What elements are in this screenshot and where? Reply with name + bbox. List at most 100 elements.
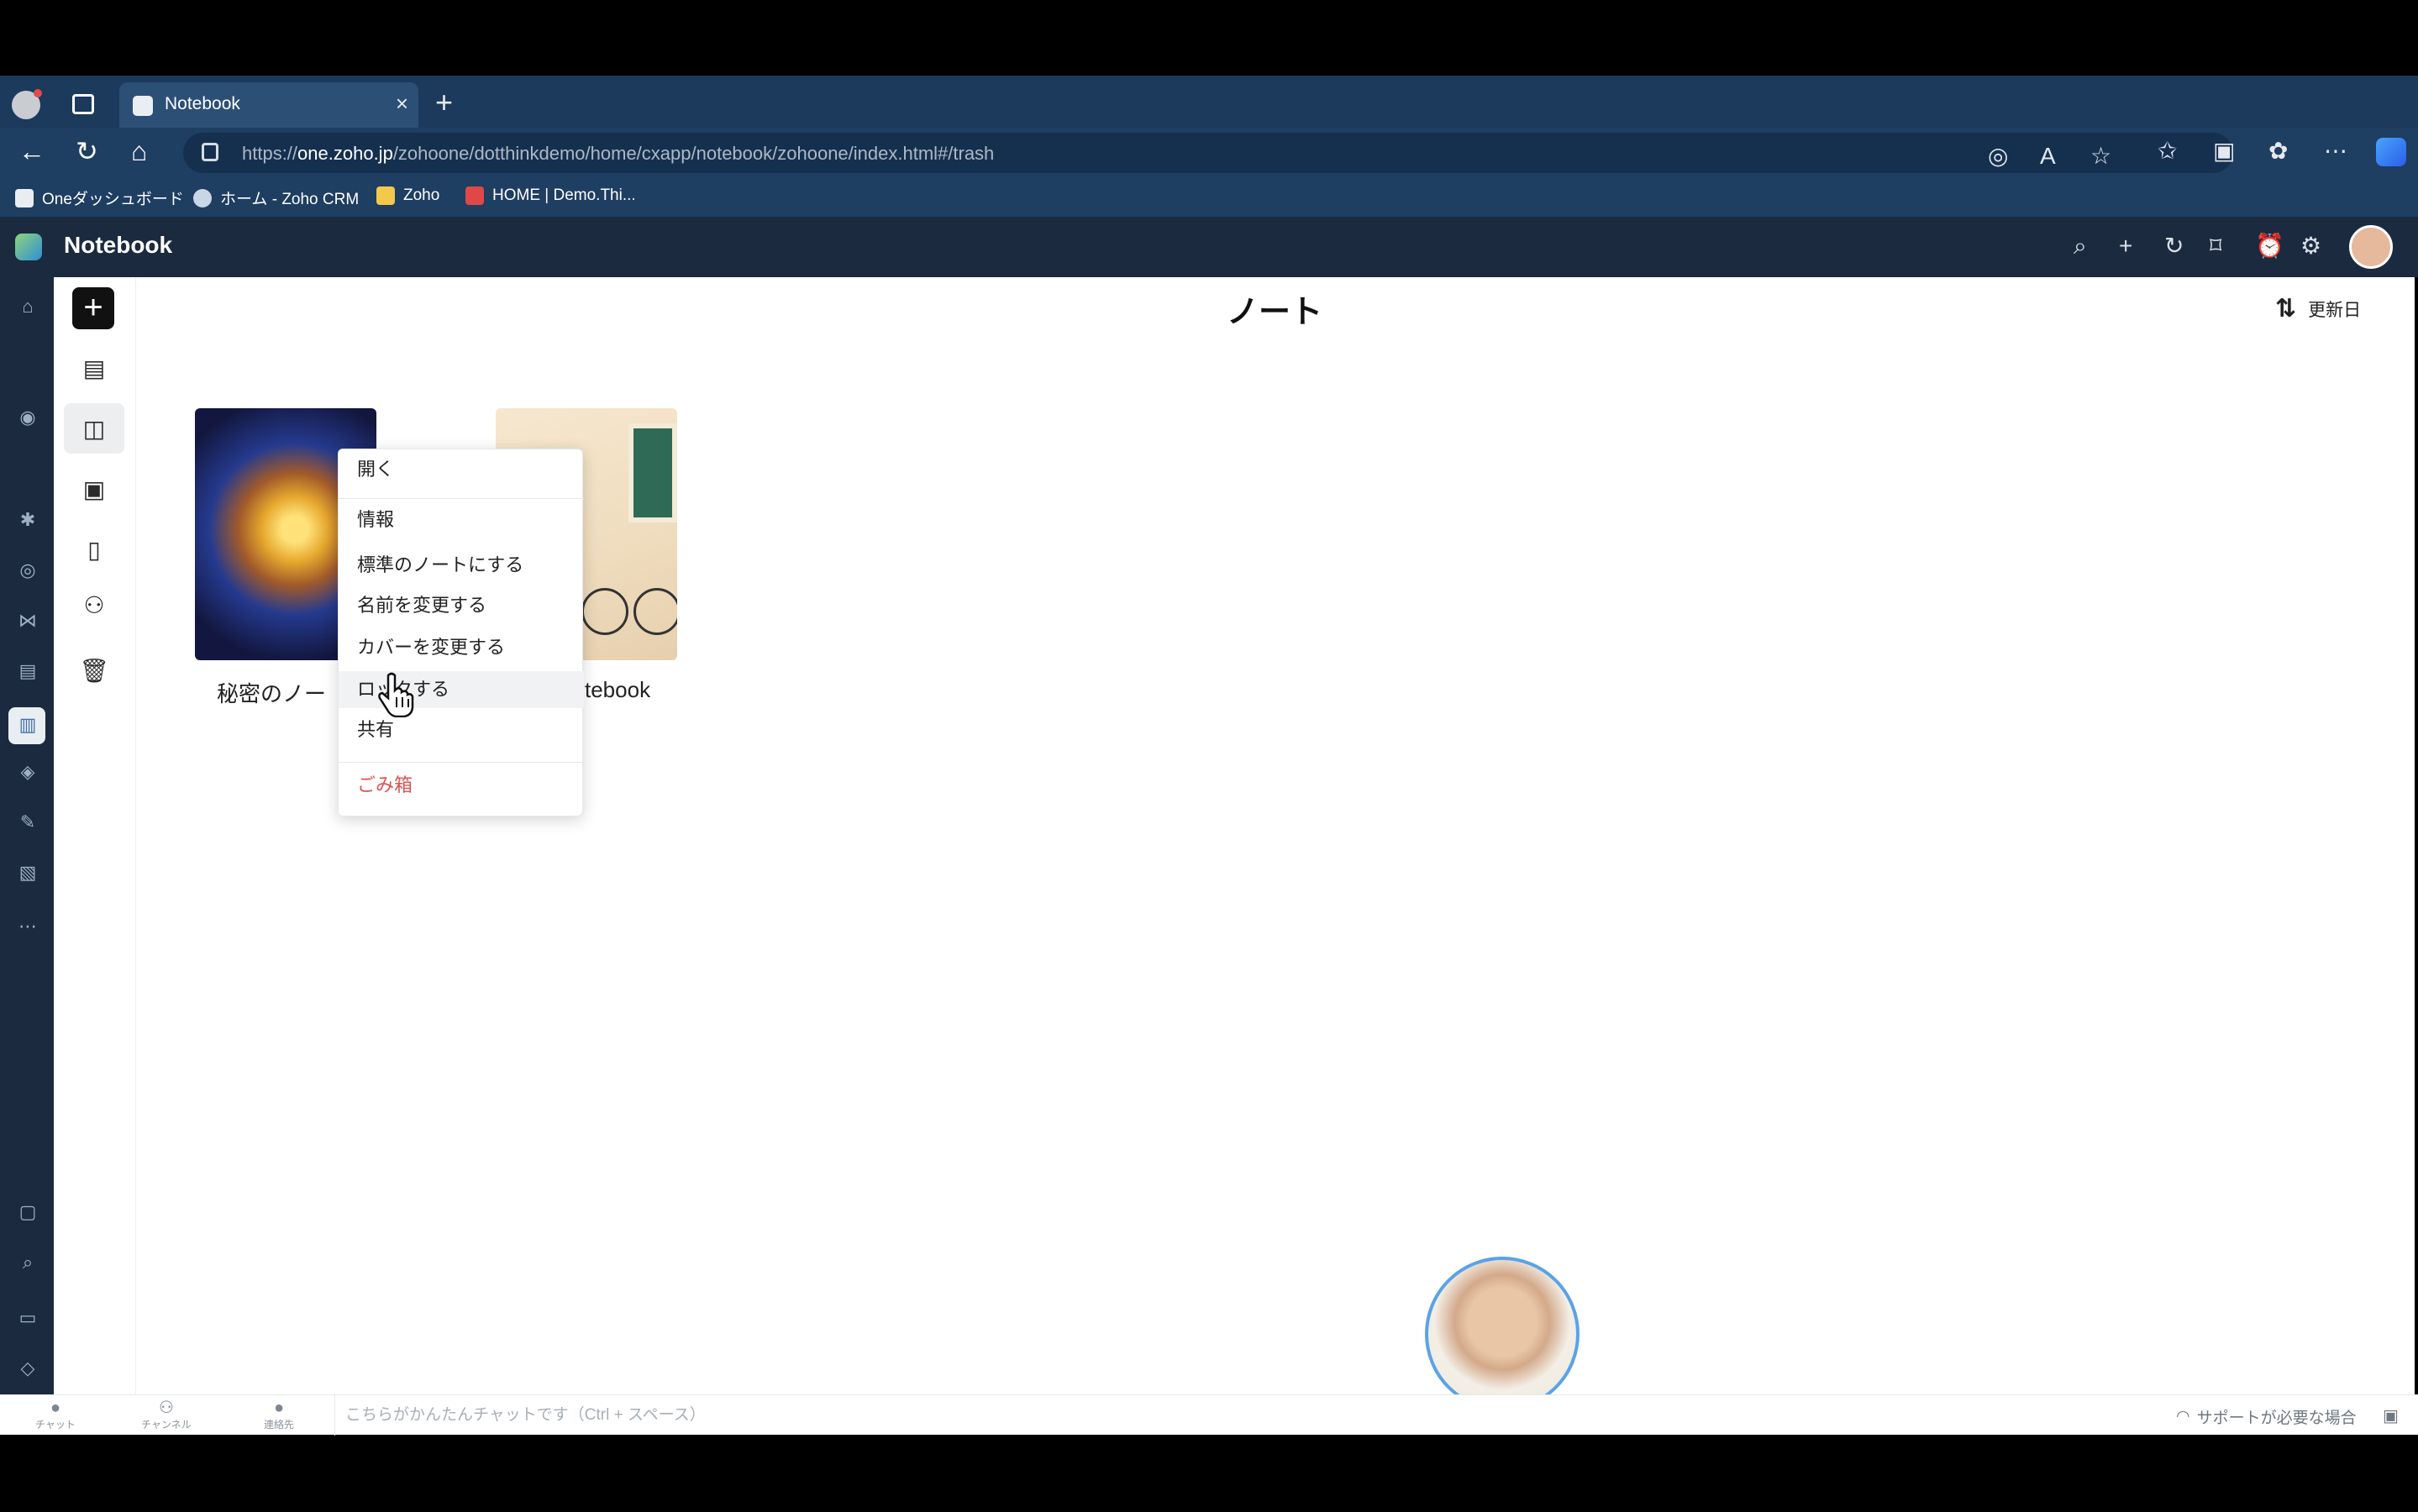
support-button[interactable]: ◠ サポートが必要な場合: [2176, 1405, 2357, 1428]
favorites-icon[interactable]: ✩: [2158, 138, 2177, 165]
contact-icon: ●: [273, 1399, 285, 1417]
search-icon[interactable]: ⌕: [2074, 232, 2087, 260]
cover-window-art: [628, 423, 677, 522]
mail-app-icon[interactable]: ⋈: [17, 610, 39, 632]
notebook-main: + ▤ ◫ ▣ ▯ ⚇ 🗑 ノート ⇅ 更新日 秘密のノー tebook: [54, 277, 2415, 1394]
notebook-sidebar: + ▤ ◫ ▣ ▯ ⚇ 🗑: [54, 277, 136, 1394]
chat-tab[interactable]: ● チャット: [30, 1399, 81, 1431]
more-apps-icon[interactable]: ⋯: [17, 916, 39, 937]
shared-people-icon[interactable]: ⚇: [64, 580, 124, 630]
writer-app-icon[interactable]: ▤: [17, 660, 39, 682]
chat-bar: ● チャット ⚇ チャンネル ● 連絡先 こちらがかんたんチャットです（Ctrl…: [0, 1394, 2418, 1436]
zoho-one-logo-icon[interactable]: [15, 234, 42, 260]
menu-item-change-cover[interactable]: カバーを変更する: [339, 629, 584, 666]
browser-address-row: ← ↻ ⌂ https://one.zoho.jp/zohoone/dotthi…: [0, 128, 2418, 178]
add-icon[interactable]: +: [2119, 232, 2132, 260]
storage-icon[interactable]: ▭: [17, 1307, 39, 1329]
url-text: https://one.zoho.jp/zohoone/dotthinkdemo…: [242, 143, 995, 164]
notebooks-view-icon[interactable]: ◫: [64, 403, 124, 454]
zoho-one-app-rail: ⌂ ◉ ✱ ◎ ⋈ ▤ ▥ ◈ ✎ ▧ ⋯ ▢ ⌕ ▭ ◇: [0, 277, 54, 1394]
notebook-name[interactable]: tebook: [585, 677, 650, 703]
browser-tab-bar: Notebook × +: [0, 76, 2418, 128]
bookmark-zoho-crm[interactable]: ホーム - Zoho CRM: [193, 186, 359, 209]
settings-gear-icon[interactable]: ⚙: [2300, 232, 2321, 260]
visibility-icon[interactable]: ◉: [17, 407, 39, 428]
back-icon[interactable]: ←: [18, 138, 45, 165]
notebook-context-menu: 開く 情報 標準のノートにする 名前を変更する カバーを変更する ロックする 共…: [338, 449, 584, 816]
screen: Notebook × + ← ↻ ⌂ https://one.zoho.jp/z…: [0, 0, 2418, 1512]
contacts-tab[interactable]: ● 連絡先: [254, 1399, 304, 1431]
trash-icon[interactable]: 🗑: [64, 645, 124, 696]
board-view-icon[interactable]: ▣: [64, 464, 124, 514]
location-icon[interactable]: ◎: [1988, 143, 2008, 170]
notebook-name[interactable]: 秘密のノー: [217, 677, 326, 708]
bookmark-label: Zoho: [403, 186, 440, 204]
search-apps-icon[interactable]: ⌕: [17, 1252, 39, 1273]
app-title: Notebook: [64, 232, 173, 258]
home-icon[interactable]: ⌂: [131, 138, 147, 165]
people-app-icon[interactable]: ✱: [17, 509, 39, 531]
menu-item-trash[interactable]: ごみ箱: [339, 767, 584, 804]
chat-icon: ●: [50, 1399, 61, 1417]
folder-icon: [376, 186, 395, 205]
cover-bike-wheel: [633, 588, 677, 635]
lock-icon[interactable]: [202, 143, 218, 161]
layout-view-icon[interactable]: ▯: [64, 524, 124, 575]
forms-app-icon[interactable]: ▧: [17, 862, 39, 884]
notebook-app-icon[interactable]: ▥: [17, 714, 39, 736]
hand-cursor-icon: [378, 672, 414, 717]
sort-button[interactable]: ⇅ 更新日: [2275, 294, 2361, 323]
home-icon[interactable]: ⌂: [17, 296, 39, 318]
cover-bike-wheel: [581, 588, 628, 635]
browser-profile-icon[interactable]: [12, 89, 42, 119]
tasks-app-icon[interactable]: ◈: [17, 761, 39, 783]
bookmark-label: HOME | Demo.Thi...: [492, 186, 636, 204]
bookmark-label: ホーム - Zoho CRM: [220, 191, 360, 208]
create-button[interactable]: +: [72, 287, 114, 329]
notes-icon[interactable]: ▢: [17, 1201, 39, 1223]
menu-divider: [339, 498, 584, 499]
more-icon[interactable]: ⋯: [2324, 138, 2347, 165]
reminder-alarm-icon[interactable]: ⏰: [2255, 232, 2284, 260]
menu-item-open[interactable]: 開く: [339, 451, 584, 488]
new-tab-button[interactable]: +: [435, 87, 453, 118]
tab-title: Notebook: [165, 94, 240, 113]
d-logo-icon: [465, 186, 484, 205]
crm-app-icon[interactable]: ◎: [17, 559, 39, 581]
bookmark-one-dashboard[interactable]: Oneダッシュボード: [15, 186, 184, 209]
quick-chat-input[interactable]: こちらがかんたんチャットです（Ctrl + スペース）: [334, 1395, 1326, 1436]
menu-item-share[interactable]: 共有: [339, 711, 584, 748]
collections-icon[interactable]: ▣: [2213, 138, 2235, 165]
webcam-overlay: [1425, 1257, 1580, 1411]
tag-icon[interactable]: ⌑: [2210, 232, 2221, 260]
menu-item-lock[interactable]: ロックする: [339, 671, 584, 708]
channel-icon: ⚇: [159, 1399, 174, 1417]
page-title: ノート: [1227, 295, 1323, 330]
extensions-icon[interactable]: ✿: [2268, 138, 2288, 165]
menu-item-info[interactable]: 情報: [339, 501, 584, 538]
address-bar[interactable]: https://one.zoho.jp/zohoone/dotthinkdemo…: [183, 133, 2233, 173]
sort-label: 更新日: [2308, 300, 2362, 320]
menu-divider: [339, 762, 584, 763]
notes-view-icon[interactable]: ▤: [64, 343, 124, 393]
tab-actions-icon[interactable]: [72, 94, 94, 114]
read-aloud-icon[interactable]: A: [2040, 143, 2056, 170]
support-label: サポートが必要な場合: [2196, 1410, 2357, 1427]
bookmark-demo-think[interactable]: HOME | Demo.Thi...: [465, 186, 636, 205]
menu-item-rename[interactable]: 名前を変更する: [339, 587, 584, 624]
notebook-favicon-icon: [133, 96, 153, 116]
bookmark-zoho-folder[interactable]: Zoho: [376, 186, 439, 205]
browser-tab-notebook[interactable]: Notebook ×: [119, 82, 418, 128]
sync-icon[interactable]: ↻: [2164, 232, 2184, 260]
menu-item-make-standard[interactable]: 標準のノートにする: [339, 547, 584, 584]
favorite-star-icon[interactable]: ☆: [2090, 143, 2111, 170]
channel-tab[interactable]: ⚇ チャンネル: [141, 1399, 192, 1431]
close-tab-icon[interactable]: ×: [396, 92, 408, 114]
chat-tab-label: チャット: [35, 1419, 76, 1431]
tag-icon[interactable]: ◇: [17, 1357, 39, 1379]
reload-icon[interactable]: ↻: [76, 138, 98, 165]
sign-app-icon[interactable]: ✎: [17, 811, 39, 833]
user-avatar[interactable]: [2349, 225, 2393, 269]
copilot-icon[interactable]: [2376, 138, 2406, 166]
feedback-icon[interactable]: ▣: [2383, 1405, 2399, 1426]
